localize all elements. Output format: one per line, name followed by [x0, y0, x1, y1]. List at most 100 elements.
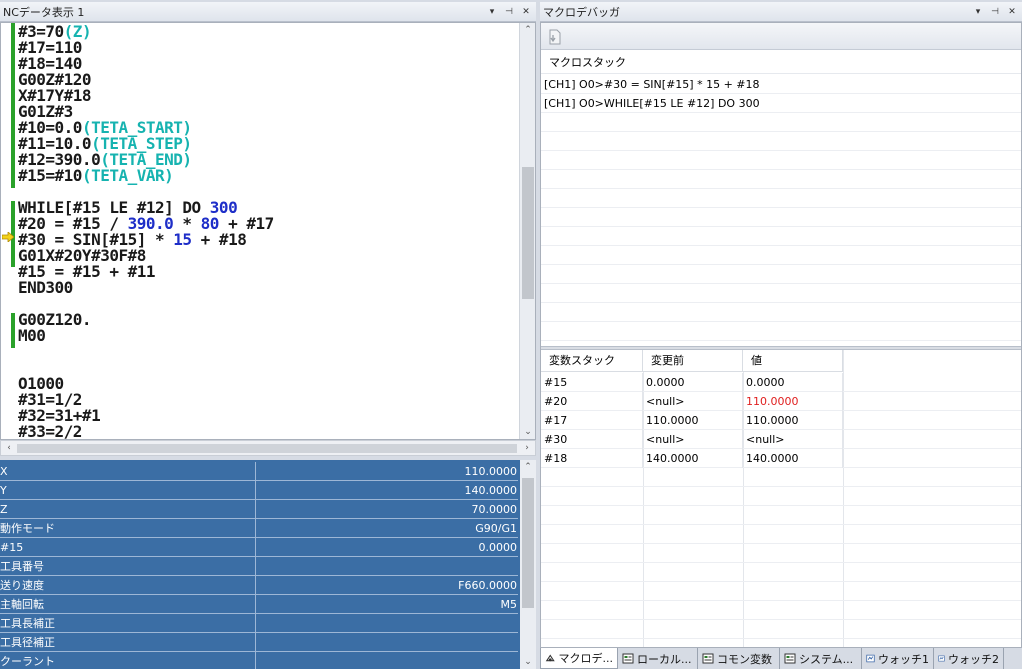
panel-pin-button[interactable]: ⊣	[988, 5, 1002, 19]
property-row[interactable]: 動作モード G90/G1	[0, 519, 518, 538]
code-token: + #18	[191, 230, 247, 249]
watch-icon	[866, 654, 875, 663]
empty-row	[541, 506, 1021, 525]
debugger-toolbar	[541, 23, 1021, 50]
panel-dropdown-button[interactable]: ▾	[971, 5, 985, 19]
empty-row	[541, 227, 1021, 246]
tab-watch[interactable]: ウォッチ2	[934, 648, 1004, 669]
property-row[interactable]: 送り速度 F660.0000	[0, 576, 518, 595]
macro-stack-header: マクロスタック	[541, 52, 1021, 74]
property-row[interactable]: X 110.0000	[0, 462, 518, 481]
variable-row[interactable]: #30 <null> <null>	[541, 430, 1021, 449]
property-name: 動作モード	[0, 519, 256, 538]
code-token: M00	[18, 326, 46, 345]
scroll-down-icon[interactable]: ⌄	[520, 425, 535, 439]
property-value: 110.0000	[464, 465, 518, 478]
column-header-value[interactable]: 値	[743, 350, 843, 372]
property-row[interactable]: クーラント	[0, 652, 518, 669]
nc-code-editor[interactable]: #3=70(Z) #17=110 #18=140 G00Z#120 X#17Y#18 G0…	[0, 22, 536, 440]
scroll-down-icon[interactable]: ⌄	[520, 655, 536, 669]
panel-dropdown-button[interactable]: ▾	[485, 5, 499, 19]
nc-data-panel-title: NCデータ表示 1	[3, 5, 85, 19]
column-header-before[interactable]: 変更前	[643, 350, 743, 372]
empty-row	[541, 563, 1021, 582]
current-line-arrow-icon	[2, 232, 14, 242]
property-vertical-scrollbar[interactable]: ⌃ ⌄	[520, 460, 536, 669]
variable-row[interactable]: #20 <null> 110.0000	[541, 392, 1021, 411]
scroll-up-icon[interactable]: ⌃	[520, 460, 536, 474]
variable-row[interactable]: #15 0.0000 0.0000	[541, 373, 1021, 392]
variable-before-cell: <null>	[643, 430, 743, 449]
column-header-variable[interactable]: 変数スタック	[541, 350, 643, 372]
tab-local-var[interactable]: ローカル...	[618, 648, 698, 669]
property-row[interactable]: 工具番号	[0, 557, 518, 576]
tab-label: マクロデ...	[558, 652, 614, 665]
code-line[interactable]	[18, 344, 274, 360]
scroll-right-icon[interactable]: ›	[519, 441, 535, 455]
variable-value-cell: 110.0000	[743, 411, 843, 430]
common-var-icon	[702, 653, 714, 664]
change-marker	[11, 23, 15, 188]
variable-row[interactable]: #17 110.0000 110.0000	[541, 411, 1021, 430]
code-line[interactable]: #33=2/2	[18, 424, 274, 440]
step-into-icon[interactable]	[548, 29, 562, 45]
empty-row	[541, 487, 1021, 506]
tab-watch[interactable]: ウォッチ1	[862, 648, 934, 669]
scroll-thumb[interactable]	[522, 478, 534, 608]
tab-system-var[interactable]: システム...	[780, 648, 862, 669]
property-row[interactable]: Y 140.0000	[0, 481, 518, 500]
local-var-icon	[622, 653, 634, 664]
empty-row	[541, 265, 1021, 284]
scroll-up-icon[interactable]: ⌃	[520, 23, 535, 37]
property-row[interactable]: Z 70.0000	[0, 500, 518, 519]
empty-row	[541, 284, 1021, 303]
macro-debugger-body: マクロスタック [CH1] O0>#30 = SIN[#15] * 15 + #…	[540, 22, 1022, 648]
code-horizontal-scrollbar[interactable]: ‹ ›	[0, 440, 536, 456]
tab-label: ウォッチ2	[948, 652, 999, 666]
property-name: 工具径補正	[0, 633, 256, 652]
property-row[interactable]: #15 0.0000	[0, 538, 518, 557]
tab-label: ウォッチ1	[878, 652, 929, 666]
empty-row	[541, 170, 1021, 189]
scroll-thumb[interactable]	[522, 167, 534, 299]
tab-common-var[interactable]: コモン変数	[698, 648, 780, 669]
panel-pin-button[interactable]: ⊣	[502, 5, 516, 19]
property-row[interactable]: 工具径補正	[0, 633, 518, 652]
variable-value-cell: 140.0000	[743, 449, 843, 468]
property-row[interactable]: 工具長補正	[0, 614, 518, 633]
code-token: END300	[18, 278, 73, 297]
property-value	[258, 652, 518, 669]
tab-debugger[interactable]: マクロデ...	[540, 648, 618, 669]
macro-stack-item[interactable]: [CH1] O0>#30 = SIN[#15] * 15 + #18	[541, 75, 1021, 94]
property-name: クーラント	[0, 652, 256, 669]
variable-name-cell: #30	[541, 430, 643, 449]
scroll-left-icon[interactable]: ‹	[1, 441, 17, 455]
code-token: #33=2/2	[18, 422, 82, 440]
panel-close-button[interactable]: ✕	[519, 5, 533, 19]
variable-before-cell: 0.0000	[643, 373, 743, 392]
property-value: F660.0000	[458, 579, 517, 592]
macro-stack-item[interactable]: [CH1] O0>WHILE[#15 LE #12] DO 300	[541, 94, 1021, 113]
code-line[interactable]: END300	[18, 280, 274, 296]
variable-row[interactable]: #18 140.0000 140.0000	[541, 449, 1021, 468]
variable-before-cell: 110.0000	[643, 411, 743, 430]
variable-value-cell: 0.0000	[743, 373, 843, 392]
variable-name-cell: #15	[541, 373, 643, 392]
property-value	[258, 633, 518, 652]
empty-row	[541, 132, 1021, 151]
property-name: Y	[0, 481, 256, 500]
variable-name-cell: #20	[541, 392, 643, 411]
empty-row	[541, 246, 1021, 265]
panel-close-button[interactable]: ✕	[1005, 5, 1019, 19]
empty-row	[541, 582, 1021, 601]
code-line[interactable]: M00	[18, 328, 274, 344]
property-row[interactable]: 主軸回転 M5	[0, 595, 518, 614]
tab-label: システム...	[799, 652, 854, 666]
code-line[interactable]: #15=#10(TETA_VAR)	[18, 168, 274, 184]
watch-icon	[938, 655, 945, 662]
variable-stack-table: 変数スタック 変更前 値 #15 0.0000 0.0000 #20 <null> 110…	[541, 350, 1021, 647]
property-value	[258, 557, 518, 576]
code-line[interactable]: G00Z120.	[18, 312, 274, 328]
code-vertical-scrollbar[interactable]: ⌃ ⌄	[519, 23, 535, 439]
hscroll-thumb[interactable]	[17, 444, 517, 453]
